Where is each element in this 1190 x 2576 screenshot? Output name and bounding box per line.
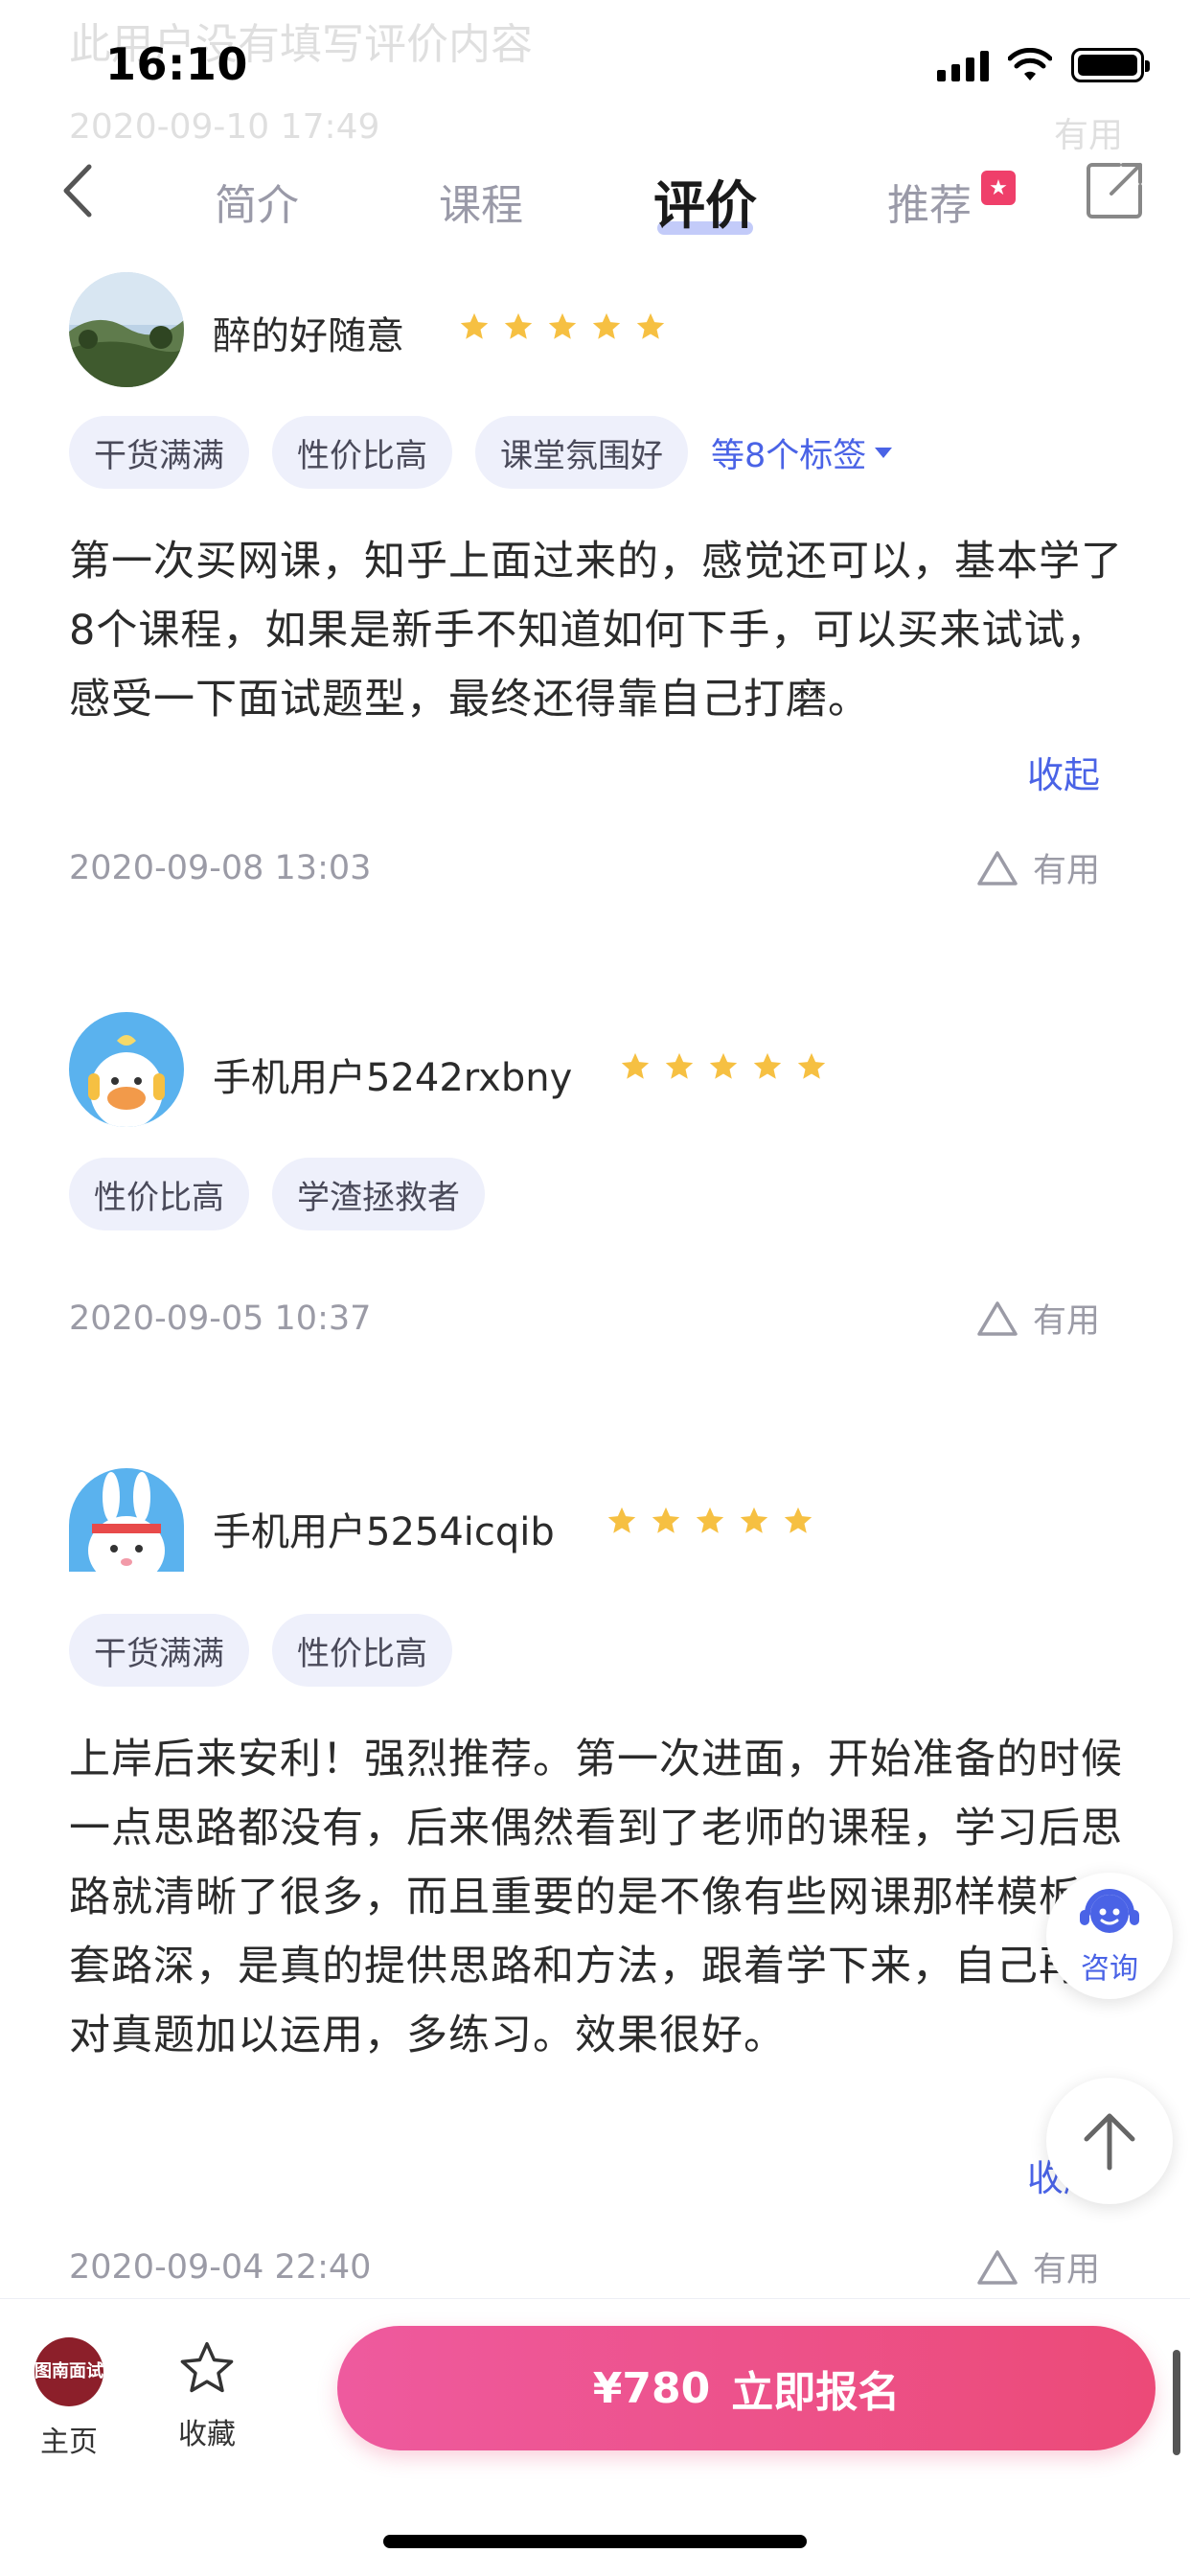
more-tags-toggle[interactable]: 等8个标签 [711,428,893,477]
share-icon [1087,163,1142,218]
wifi-icon [1008,48,1052,80]
useful-button[interactable]: 有用 [975,1294,1100,1343]
consult-label: 咨询 [1081,1952,1138,1986]
useful-label: 有用 [1032,2251,1100,2289]
tab-recommend[interactable]: 推荐 [887,171,972,232]
tab-course[interactable]: 课程 [439,171,523,232]
star-icon [621,1052,650,1079]
star-icon [784,1506,812,1533]
battery-icon [1071,48,1150,82]
star-icon [753,1052,782,1079]
home-label: 主页 [40,2426,98,2459]
favorite-label: 收藏 [178,2418,236,2451]
status-bar: 16:10 [0,0,1190,126]
collapse-link[interactable]: 收起 [1027,746,1100,798]
price-label: ¥780 [592,2363,711,2413]
review-username: 手机用户5242rxbny [213,1056,573,1100]
consult-button[interactable]: 咨询 [1046,1873,1173,1999]
chevron-left-icon [63,164,92,218]
course-tab-header: 简介 课程 评价 推荐 ★ [0,134,1190,259]
review-date: 2020-09-05 10:37 [69,1300,372,1338]
triangle-thumb-icon [977,1300,1018,1336]
landscape-avatar-image [69,272,184,387]
star-icon [696,1506,724,1533]
tab-reviews[interactable]: 评价 [653,163,757,239]
review-date: 2020-09-08 13:03 [69,849,372,887]
reviews-list[interactable]: 醉的好随意 干货满满 性价比高 课堂氛围好 等8个标签 第一次买网课，知乎上面过… [21,257,1169,2298]
useful-button[interactable]: 有用 [975,2242,1100,2291]
review-tag: 性价比高 [69,1158,249,1230]
enroll-label: 立即报名 [731,2368,901,2417]
customer-service-icon [1080,1889,1139,1933]
home-indicator[interactable] [383,2535,807,2548]
review-tag: 干货满满 [69,416,249,489]
review-tag: 干货满满 [69,1614,249,1687]
tab-intro[interactable]: 简介 [215,171,299,232]
star-icon [665,1052,694,1079]
share-button[interactable] [1081,157,1148,224]
caret-down-icon [875,448,893,458]
star-icon [504,312,533,339]
star-icon [607,1506,636,1533]
review-tag: 课堂氛围好 [475,416,688,489]
review-tags: 干货满满 性价比高 [69,1614,452,1687]
review-username: 手机用户5254icqib [213,1510,555,1554]
favorite-button[interactable]: 收藏 [171,2337,243,2452]
star-icon [460,312,489,339]
status-icons [937,46,1150,84]
more-tags-label: 等8个标签 [711,436,867,475]
star-icon [652,1506,680,1533]
scroll-to-top-button[interactable] [1046,2078,1173,2204]
rating-stars [458,310,667,343]
cellular-signal-icon [937,49,989,81]
triangle-thumb-icon [977,850,1018,886]
review-text: 上岸后来安利！强烈推荐。第一次进面，开始准备的时候一点思路都没有，后来偶然看到了… [69,1736,1123,2059]
review-username: 醉的好随意 [213,314,404,358]
brand-logo: 图南面试 [34,2337,103,2406]
arrow-up-icon [1084,2113,1135,2171]
avatar[interactable] [69,1468,184,1572]
back-button[interactable] [48,157,105,224]
review-tags: 干货满满 性价比高 课堂氛围好 等8个标签 [69,416,893,489]
star-icon [740,1506,768,1533]
status-time: 16:10 [105,38,248,90]
avatar[interactable] [69,272,184,387]
star-icon [592,312,621,339]
useful-label: 有用 [1032,852,1100,890]
enroll-button[interactable]: ¥780 立即报名 [337,2326,1156,2450]
recommend-badge-icon: ★ [981,171,1016,205]
review-tags: 性价比高 学渣拯救者 [69,1158,485,1230]
scrollbar[interactable] [1173,2350,1180,2455]
avatar[interactable] [69,1012,184,1127]
useful-button[interactable]: 有用 [975,843,1100,892]
tab-reviews-label: 评价 [653,175,757,236]
useful-label: 有用 [1032,1302,1100,1341]
star-icon [797,1052,826,1079]
review-tag: 性价比高 [272,416,452,489]
cartoon-avatar-image [69,1012,184,1127]
review-tag: 性价比高 [272,1614,452,1687]
bunny-avatar-image [69,1468,184,1572]
rating-stars [619,1050,828,1083]
triangle-thumb-icon [977,2249,1018,2285]
star-icon [636,312,665,339]
rating-stars [606,1505,814,1537]
review-text: 第一次买网课，知乎上面过来的，感觉还可以，基本学了8个课程，如果是新手不知道如何… [69,538,1123,724]
review-tag: 学渣拯救者 [272,1158,485,1230]
review-date: 2020-09-04 22:40 [69,2248,372,2287]
star-icon [709,1052,738,1079]
home-button[interactable]: 图南面试 主页 [33,2337,105,2460]
star-icon [548,312,577,339]
star-outline-icon [180,2341,234,2393]
